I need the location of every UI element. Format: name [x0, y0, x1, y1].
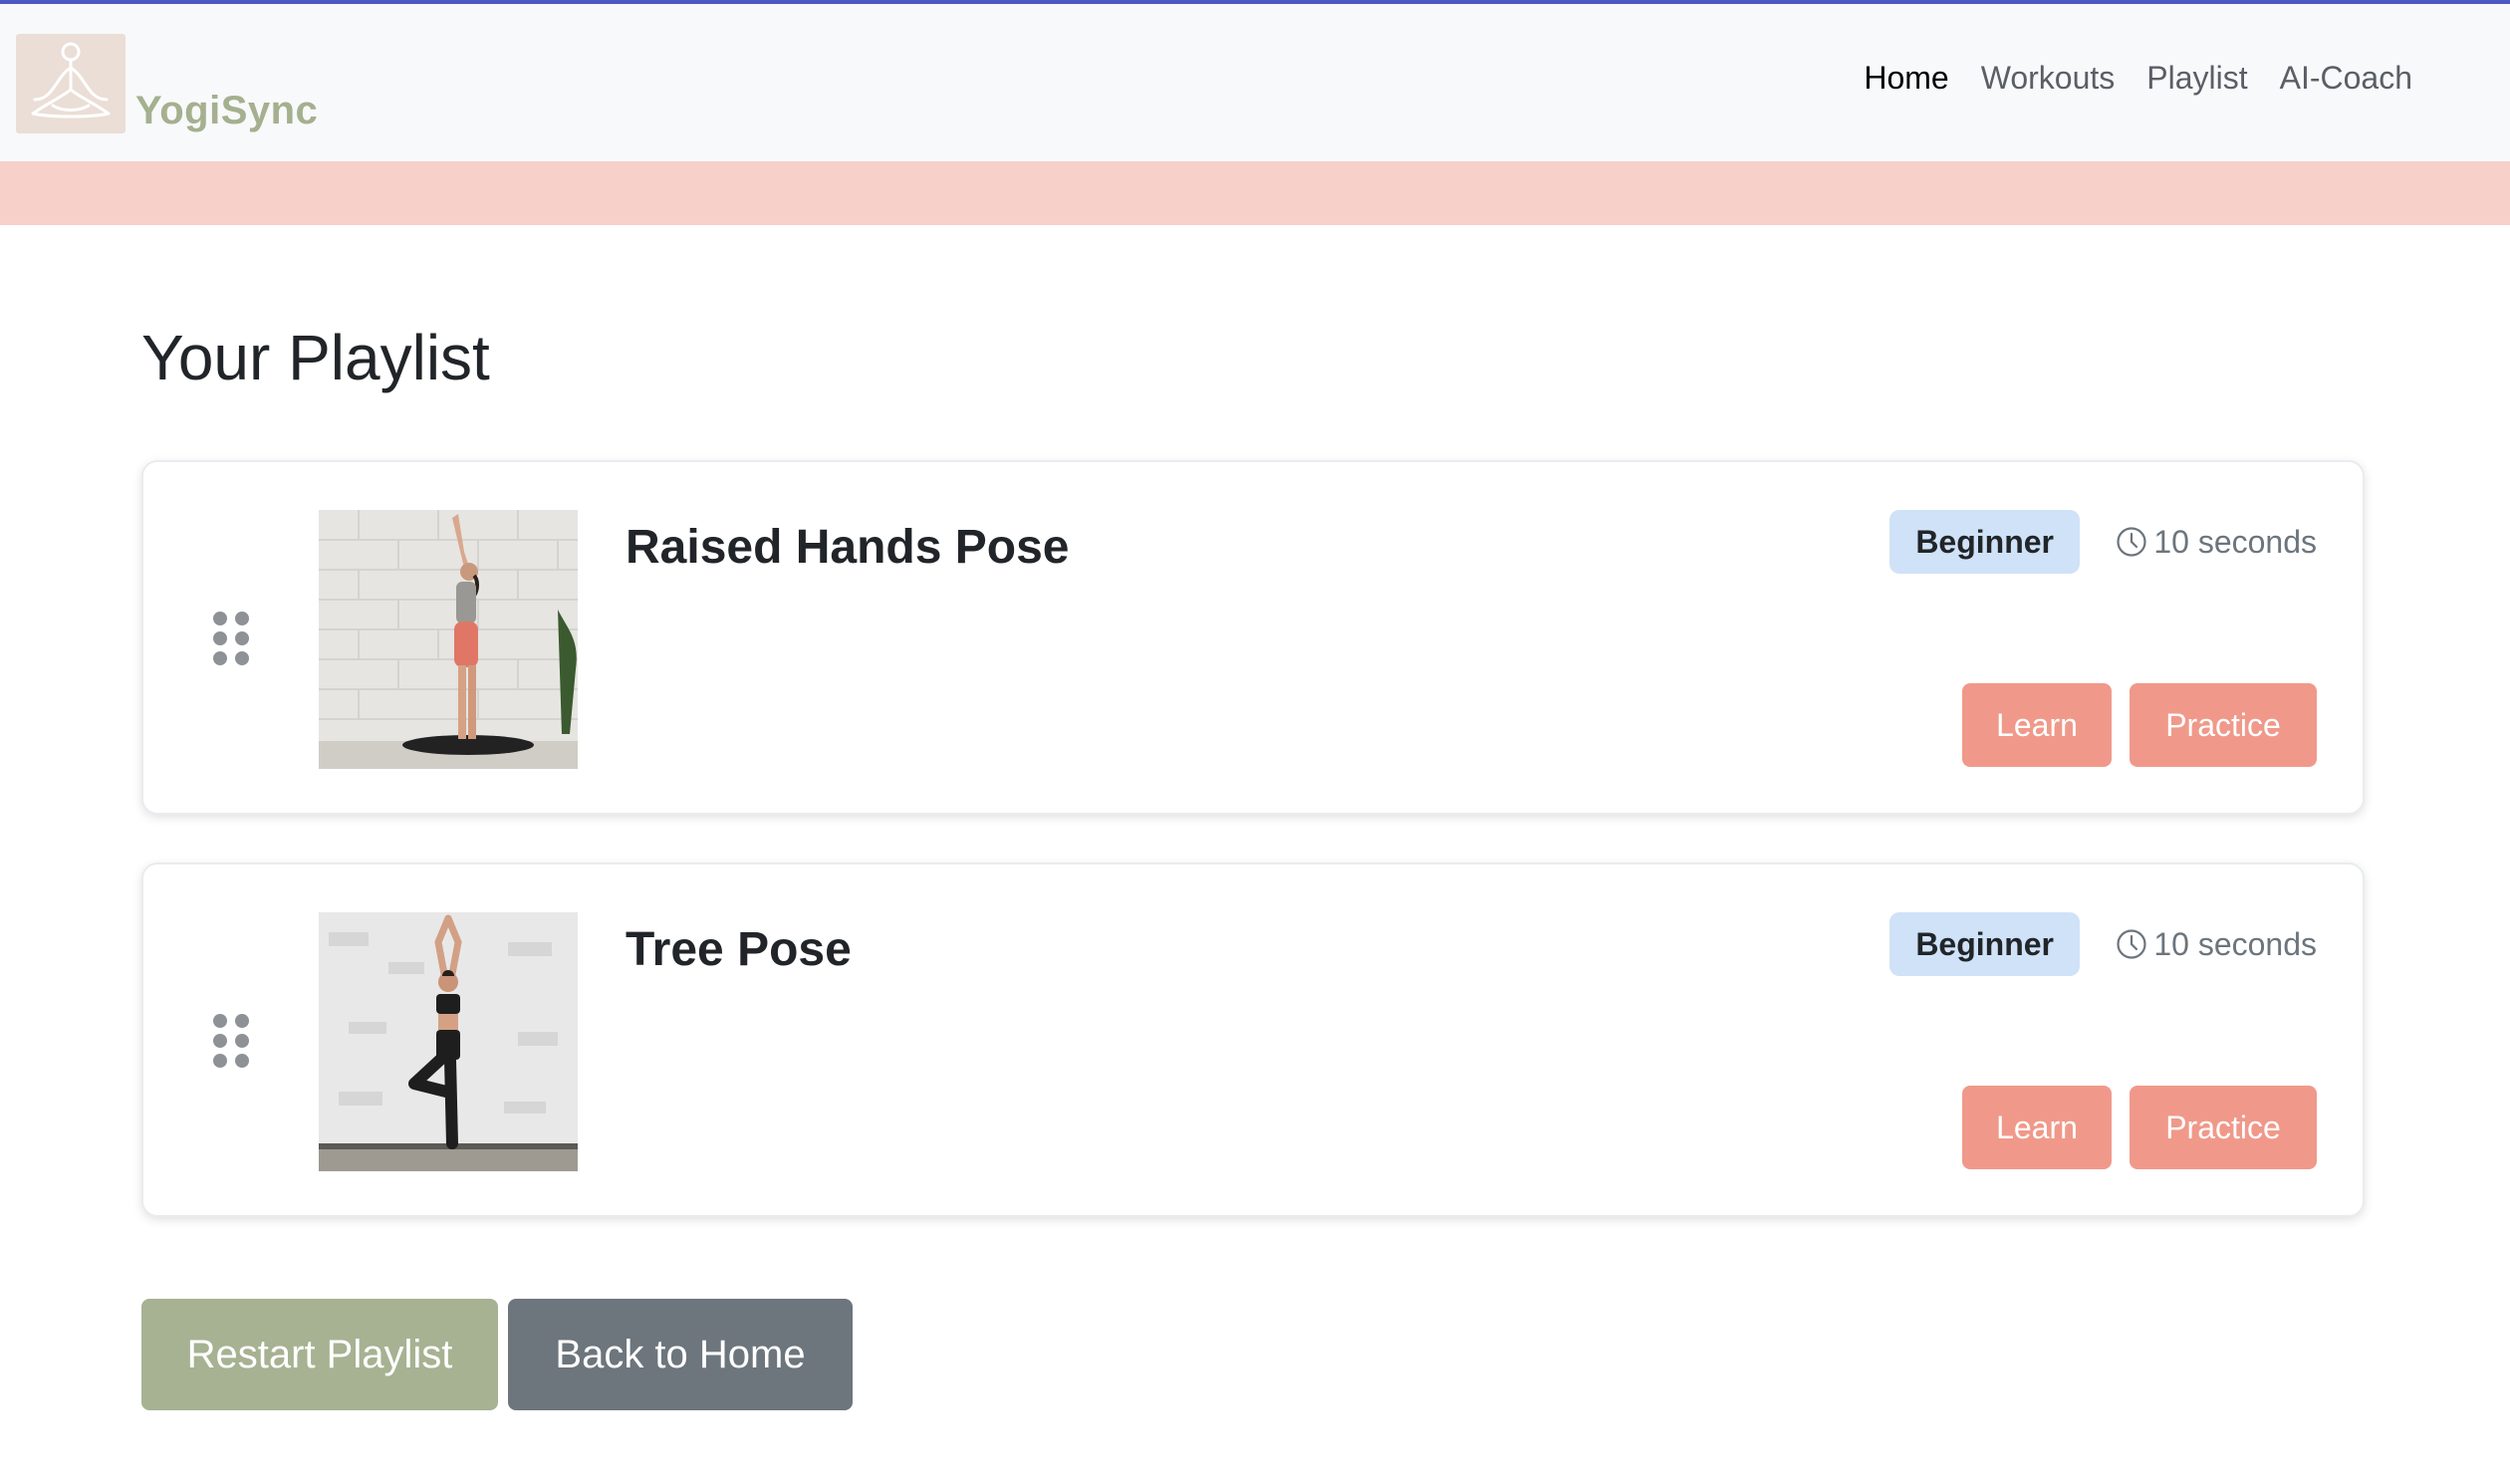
tree-pose-photo — [319, 912, 578, 1171]
practice-button[interactable]: Practice — [2130, 1086, 2317, 1169]
duration-text: 10 seconds — [2153, 925, 2317, 962]
clock-icon — [2117, 929, 2146, 959]
playlist-card: Tree Pose Beginner 10 seconds Learn Prac… — [141, 863, 2365, 1217]
nav-links: Home Workouts Playlist AI-Coach — [1848, 60, 2428, 97]
clock-icon — [2117, 527, 2146, 557]
practice-button[interactable]: Practice — [2130, 683, 2317, 767]
learn-button[interactable]: Learn — [1962, 1086, 2112, 1169]
difficulty-badge: Beginner — [1889, 510, 2080, 574]
back-to-home-button[interactable]: Back to Home — [508, 1299, 853, 1410]
nav-link-playlist[interactable]: Playlist — [2131, 60, 2263, 97]
drag-handle-icon[interactable] — [213, 612, 253, 667]
announcement-band — [0, 161, 2510, 225]
nav-link-home[interactable]: Home — [1848, 60, 1964, 97]
drag-handle-icon[interactable] — [213, 1014, 253, 1070]
nav-link-ai-coach[interactable]: AI-Coach — [2264, 60, 2428, 97]
raised-hands-pose-photo — [319, 510, 578, 769]
brand-name: YogiSync — [135, 89, 319, 132]
brand[interactable]: YogiSync — [16, 30, 318, 133]
duration: 10 seconds — [2116, 520, 2317, 564]
navbar: YogiSync Home Workouts Playlist AI-Coach — [0, 4, 2510, 161]
learn-button[interactable]: Learn — [1962, 683, 2112, 767]
difficulty-badge: Beginner — [1889, 912, 2080, 976]
playlist-card: Raised Hands Pose Beginner 10 seconds Le… — [141, 460, 2365, 815]
pose-name: Raised Hands Pose — [626, 521, 1070, 574]
meditation-logo-icon — [16, 34, 126, 133]
duration: 10 seconds — [2116, 922, 2317, 966]
duration-text: 10 seconds — [2153, 523, 2317, 560]
page-title: Your Playlist — [141, 322, 490, 393]
restart-playlist-button[interactable]: Restart Playlist — [141, 1299, 498, 1410]
pose-name: Tree Pose — [626, 923, 852, 976]
nav-link-workouts[interactable]: Workouts — [1965, 60, 2132, 97]
